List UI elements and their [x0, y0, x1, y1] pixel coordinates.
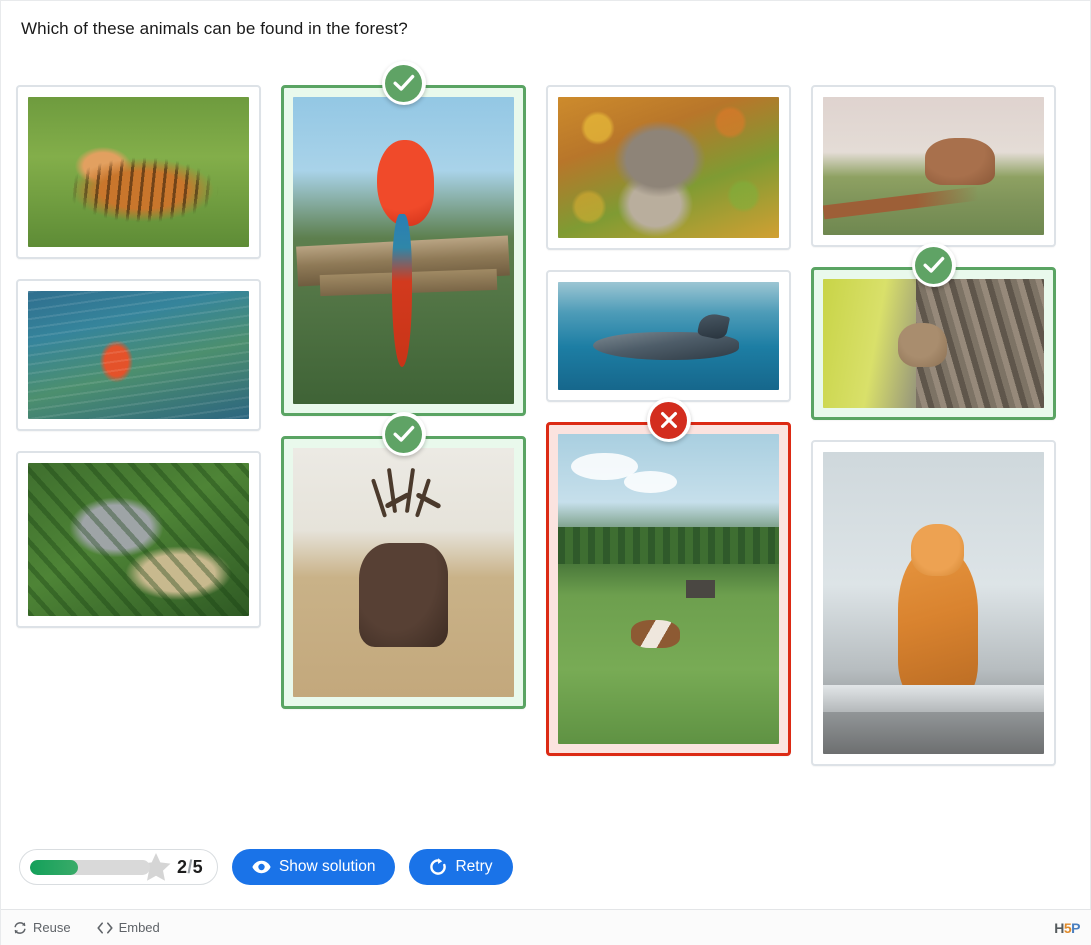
photo-deer: [293, 448, 514, 697]
options-column-3: [546, 85, 791, 776]
option-image-wolf: [558, 97, 779, 238]
reuse-button[interactable]: Reuse: [13, 920, 71, 935]
option-card-macaw[interactable]: [281, 85, 526, 416]
retry-button[interactable]: Retry: [409, 849, 512, 885]
show-solution-label: Show solution: [279, 858, 376, 876]
option-image-cat: [823, 452, 1044, 754]
option-card-dolphin[interactable]: [546, 270, 791, 402]
retry-label: Retry: [455, 858, 492, 876]
option-image-koala: [28, 463, 249, 616]
score-max: 5: [193, 857, 203, 877]
progress-fill: [30, 860, 78, 875]
option-card-cat[interactable]: [811, 440, 1056, 766]
eye-icon: [252, 860, 271, 874]
option-image-macaw: [293, 97, 514, 404]
score-text: 2/5: [177, 857, 203, 878]
shed-shape: [686, 580, 715, 599]
check-circle-icon: [382, 412, 426, 456]
score-value: 2: [177, 857, 187, 877]
antler-shape: [293, 448, 514, 697]
option-card-koi[interactable]: [16, 279, 261, 431]
option-card-koala[interactable]: [16, 451, 261, 628]
photo-tiger: [28, 97, 249, 247]
cross-circle-icon: [647, 398, 691, 442]
option-card-deer[interactable]: [281, 436, 526, 709]
option-image-koi: [28, 291, 249, 419]
check-circle-icon: [382, 61, 426, 105]
reuse-label: Reuse: [33, 920, 71, 935]
h5p-logo[interactable]: H5P: [1054, 920, 1080, 936]
photo-macaw: [293, 97, 514, 404]
embed-button[interactable]: Embed: [97, 920, 160, 935]
option-card-tiger[interactable]: [16, 85, 261, 259]
progress-track: [30, 860, 150, 875]
embed-label: Embed: [119, 920, 160, 935]
option-image-elephant: [823, 97, 1044, 235]
photo-wolf: [558, 97, 779, 238]
reuse-icon: [13, 921, 27, 935]
photo-cow: [558, 434, 779, 744]
option-image-deer: [293, 448, 514, 697]
photo-koala: [28, 463, 249, 616]
rotate-ccw-icon: [429, 858, 447, 876]
score-bar: 2/5: [19, 849, 218, 885]
options-column-2: [281, 85, 526, 729]
option-image-cow: [558, 434, 779, 744]
question-text: Which of these animals can be found in t…: [21, 19, 408, 39]
option-card-cow[interactable]: [546, 422, 791, 756]
logo-h: H: [1054, 920, 1064, 936]
option-card-elephant[interactable]: [811, 85, 1056, 247]
option-card-squirrel[interactable]: [811, 267, 1056, 420]
photo-koi: [28, 291, 249, 419]
window-sill: [823, 685, 1044, 712]
h5p-image-multiple-choice: Which of these animals can be found in t…: [0, 0, 1091, 945]
photo-dolphin: [558, 282, 779, 390]
code-brackets-icon: [97, 922, 113, 934]
h5p-footer: Reuse Embed H5P: [1, 909, 1091, 945]
logo-p: P: [1071, 920, 1080, 936]
photo-cat: [823, 452, 1044, 754]
option-card-wolf[interactable]: [546, 85, 791, 250]
options-grid: [16, 85, 1071, 825]
option-image-tiger: [28, 97, 249, 247]
bottom-toolbar: 2/5 Show solution Retry: [19, 849, 513, 885]
check-circle-icon: [912, 243, 956, 287]
show-solution-button[interactable]: Show solution: [232, 849, 396, 885]
option-image-dolphin: [558, 282, 779, 390]
options-column-1: [16, 85, 261, 648]
options-column-4: [811, 85, 1056, 786]
cloud-shape: [624, 471, 677, 493]
option-image-squirrel: [823, 279, 1044, 408]
photo-elephant: [823, 97, 1044, 235]
photo-squirrel: [823, 279, 1044, 408]
